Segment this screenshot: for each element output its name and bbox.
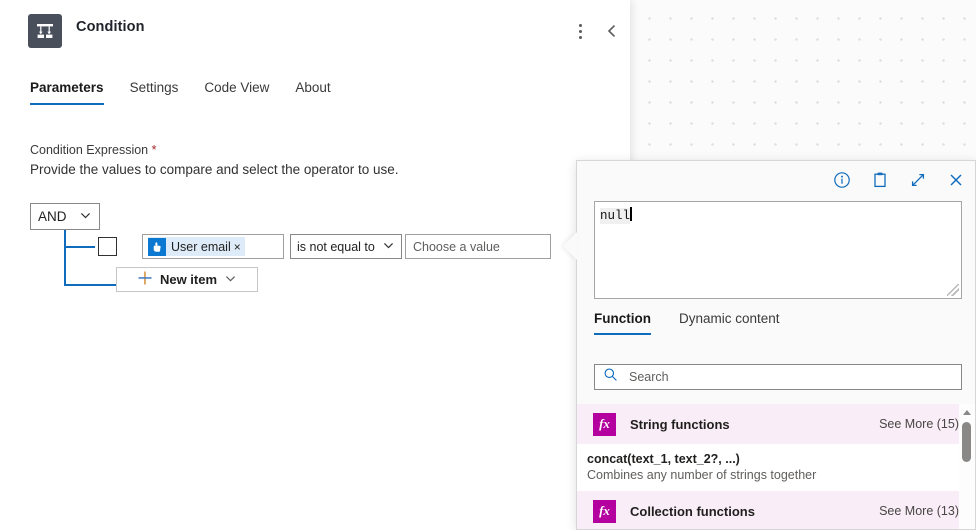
see-more-link[interactable]: See More (13) [879, 504, 959, 518]
function-search[interactable] [594, 364, 962, 390]
collapse-panel-button[interactable] [597, 16, 627, 46]
plus-icon [137, 270, 153, 289]
dynamic-content-token[interactable]: User email × [148, 237, 245, 256]
expression-input[interactable]: null [594, 201, 962, 299]
resize-handle[interactable] [947, 284, 959, 296]
chevron-down-icon [382, 239, 395, 255]
function-group-string[interactable]: fx String functions See More (15) [577, 404, 976, 444]
chevron-down-icon [224, 272, 237, 288]
app-root: Condition Parameters Settings Code View … [0, 0, 976, 530]
close-icon[interactable] [943, 167, 969, 193]
token-remove-icon[interactable]: × [234, 241, 241, 253]
more-vertical-icon [579, 24, 582, 39]
forms-response-icon [148, 238, 166, 256]
search-icon [603, 367, 618, 387]
tab-code-view[interactable]: Code View [191, 80, 282, 105]
expression-value: null [600, 208, 630, 224]
condition-expression-label: Condition Expression * [30, 143, 156, 157]
function-group-label: Collection functions [630, 504, 755, 519]
scrollbar-thumb[interactable] [962, 422, 971, 462]
flyout-tabs: Function Dynamic content [594, 311, 794, 335]
scroll-up-arrow-icon[interactable] [963, 410, 971, 415]
tree-connector-vertical [64, 230, 66, 285]
condition-expression-label-text: Condition Expression [30, 143, 148, 157]
condition-operator-value: is not equal to [297, 240, 375, 254]
function-description: Combines any number of strings together [587, 468, 961, 482]
condition-expression-description: Provide the values to compare and select… [30, 162, 398, 177]
text-caret [630, 207, 632, 221]
tree-connector-row [64, 246, 95, 248]
function-group-label: String functions [630, 417, 730, 432]
tab-code-view-label: Code View [204, 80, 269, 95]
list-item[interactable]: concat(text_1, text_2?, ...) Combines an… [577, 444, 976, 491]
condition-branch-icon [28, 14, 62, 48]
tab-dynamic-content-label: Dynamic content [679, 311, 780, 326]
function-group-collection[interactable]: fx Collection functions See More (13) [577, 491, 976, 530]
chevron-left-icon [604, 23, 620, 39]
tree-connector-new-item [64, 284, 118, 286]
condition-left-value-field[interactable]: User email × [142, 234, 284, 259]
condition-right-value-placeholder: Choose a value [413, 240, 500, 254]
logical-operator-value: AND [38, 209, 67, 224]
more-options-button[interactable] [565, 16, 595, 46]
tab-parameters-label: Parameters [30, 80, 104, 95]
flyout-callout-beak [563, 232, 577, 260]
new-item-button[interactable]: New item [116, 267, 258, 292]
condition-right-value-field[interactable]: Choose a value [405, 234, 551, 259]
flyout-toolbar [577, 161, 976, 199]
panel-header: Condition [0, 0, 630, 60]
new-item-label: New item [160, 272, 217, 287]
condition-operator-dropdown[interactable]: is not equal to [290, 234, 402, 259]
node-details-panel: Condition Parameters Settings Code View … [0, 0, 630, 530]
tab-parameters[interactable]: Parameters [30, 80, 117, 105]
condition-row-checkbox[interactable] [98, 237, 117, 256]
clipboard-icon[interactable] [867, 167, 893, 193]
tab-about[interactable]: About [282, 80, 343, 105]
info-icon[interactable] [829, 167, 855, 193]
function-list-scrollbar[interactable] [959, 404, 975, 530]
search-input[interactable] [627, 369, 953, 385]
tab-function-label: Function [594, 311, 651, 326]
function-signature: concat(text_1, text_2?, ...) [587, 452, 961, 466]
function-icon: fx [593, 500, 616, 523]
expression-editor-flyout: null Function Dynamic content fx [576, 160, 976, 530]
required-marker: * [152, 143, 157, 157]
tab-about-label: About [295, 80, 330, 95]
tab-dynamic-content[interactable]: Dynamic content [665, 311, 794, 335]
tab-settings[interactable]: Settings [117, 80, 192, 105]
logical-operator-dropdown[interactable]: AND [30, 203, 100, 230]
panel-tabs: Parameters Settings Code View About [30, 80, 344, 105]
expand-icon[interactable] [905, 167, 931, 193]
page-title: Condition [76, 19, 145, 35]
token-label: User email [171, 240, 231, 254]
tab-settings-label: Settings [130, 80, 179, 95]
see-more-link[interactable]: See More (15) [879, 417, 959, 431]
function-list[interactable]: fx String functions See More (15) concat… [577, 404, 976, 530]
chevron-down-icon [79, 209, 92, 225]
function-icon: fx [593, 413, 616, 436]
tab-function[interactable]: Function [594, 311, 665, 335]
